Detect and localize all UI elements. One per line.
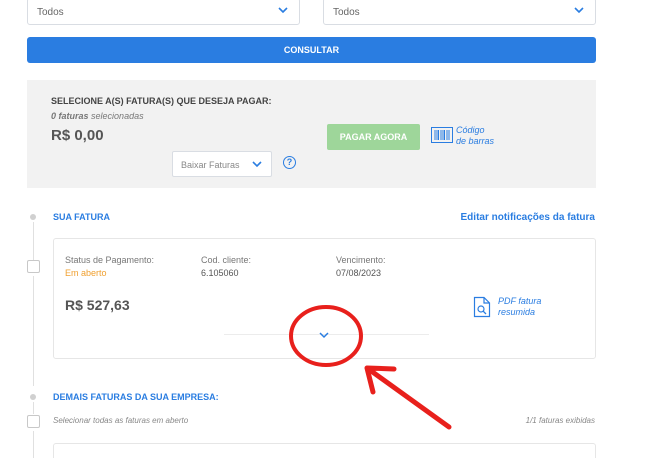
other-invoices-title: DEMAIS FATURAS DA SUA EMPRESA: (53, 392, 219, 402)
status-filter-select[interactable]: Todos (27, 0, 300, 25)
timeline-line (33, 431, 34, 458)
invoice-checkbox[interactable] (27, 260, 40, 273)
timeline-line (33, 276, 34, 386)
timeline-line (33, 222, 34, 262)
payment-title: SELECIONE A(S) FATURA(S) QUE DESEJA PAGA… (51, 96, 272, 106)
invoices-shown-count: 1/1 faturas exibidas (525, 416, 595, 425)
status-filter-value: Todos (37, 7, 64, 18)
chevron-down-icon (278, 7, 288, 14)
pay-now-button[interactable]: PAGAR AGORA (327, 124, 420, 150)
client-code-value: 6.105060 (201, 268, 239, 278)
select-all-checkbox[interactable] (27, 415, 40, 428)
timeline-dot (30, 394, 36, 400)
timeline-dot (30, 214, 36, 220)
help-icon[interactable]: ? (283, 156, 296, 169)
invoice-card: Status de Pagamento: Em aberto Cod. clie… (53, 238, 596, 359)
select-all-label[interactable]: Selecionar todas as faturas em aberto (53, 416, 188, 425)
annotation-overlay (289, 305, 452, 430)
consultar-button[interactable]: CONSULTAR (27, 37, 596, 63)
download-invoices-label: Baixar Faturas (181, 160, 240, 170)
period-filter-select[interactable]: Todos (323, 0, 596, 25)
download-invoices-select[interactable]: Baixar Faturas (172, 151, 272, 177)
client-code-label: Cod. cliente: (201, 255, 252, 265)
barcode-icon[interactable] (431, 127, 453, 143)
period-filter-value: Todos (333, 7, 360, 18)
invoice-amount: R$ 527,63 (65, 297, 130, 313)
annotation-arrow (364, 365, 452, 430)
pdf-summary-link[interactable]: PDF fatura resumida (498, 296, 541, 318)
status-value: Em aberto (65, 268, 107, 278)
chevron-down-icon (252, 161, 262, 168)
due-date-label: Vencimento: (336, 255, 386, 265)
due-date-value: 07/08/2023 (336, 268, 382, 278)
selected-total: R$ 0,00 (51, 127, 104, 144)
timeline-line (33, 402, 34, 414)
your-invoice-title: SUA FATURA (53, 212, 110, 222)
selected-count: 0 faturas selecionadas (51, 111, 144, 121)
status-label: Status de Pagamento: (65, 255, 155, 265)
invoice-card (53, 443, 596, 458)
expand-chevron-icon[interactable] (316, 329, 332, 341)
pdf-search-icon[interactable] (473, 296, 491, 318)
edit-notifications-link[interactable]: Editar notificações da fatura (461, 212, 595, 223)
chevron-down-icon (574, 7, 584, 14)
barcode-link[interactable]: Código de barras (456, 125, 494, 147)
payment-panel: SELECIONE A(S) FATURA(S) QUE DESEJA PAGA… (27, 80, 596, 188)
